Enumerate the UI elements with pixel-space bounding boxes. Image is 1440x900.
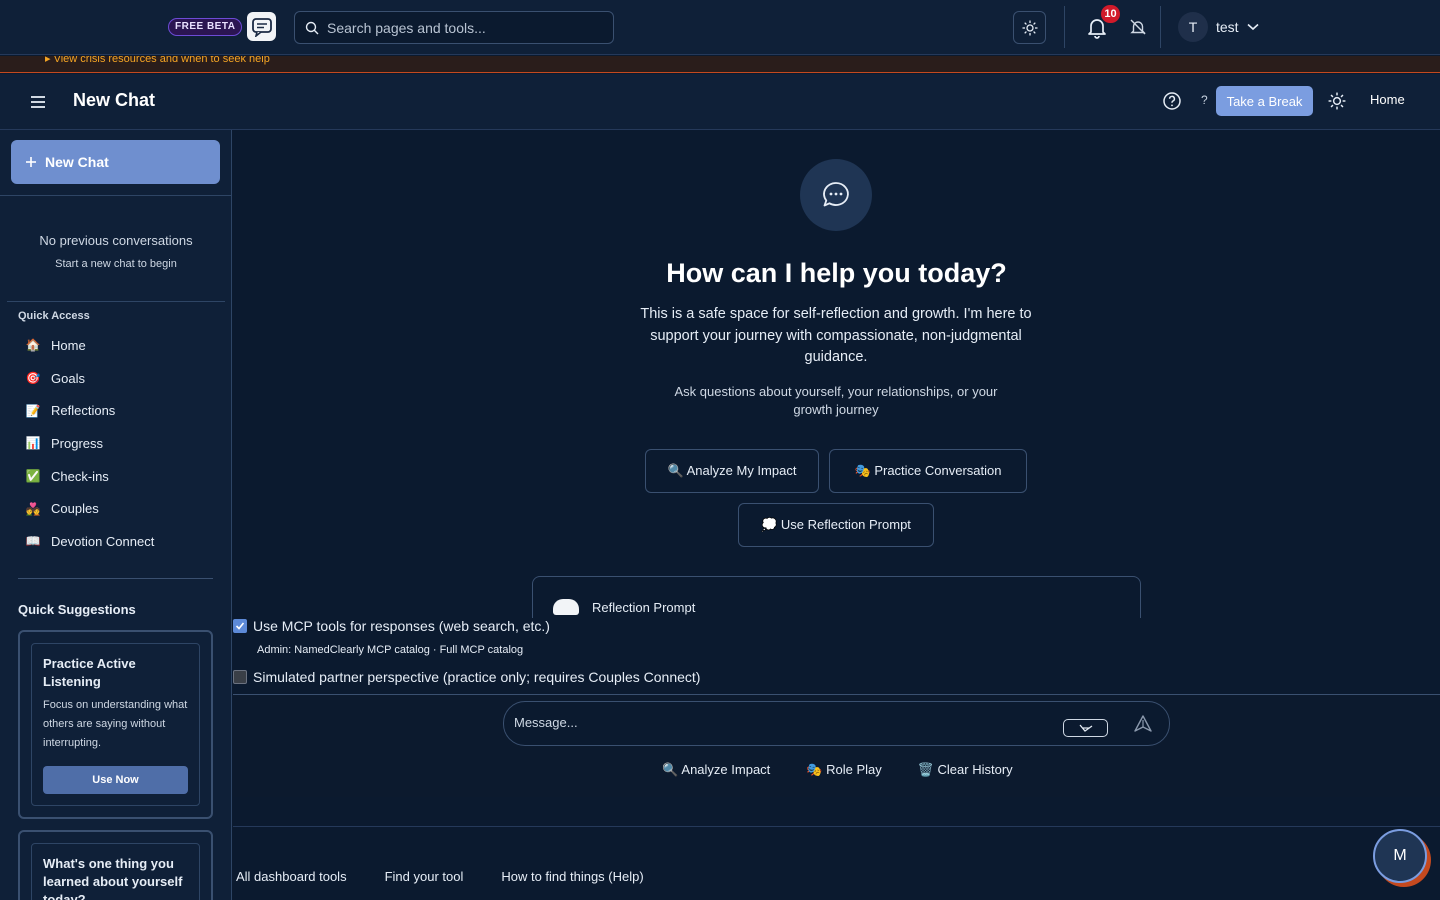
suggestion-card: What's one thing you learned about yours… — [18, 830, 213, 900]
quick-suggestions-title: Quick Suggestions — [18, 602, 136, 617]
admin-mcp-catalog-links[interactable]: Admin: NamedClearly MCP catalog · Full M… — [257, 644, 523, 656]
check-icon: ✅ — [25, 469, 41, 484]
suggestion-title: Practice Active Listening — [43, 656, 136, 689]
divider — [0, 195, 231, 196]
beta-badge: FREE BETA — [168, 18, 243, 36]
microphone-icon — [1079, 724, 1092, 732]
welcome-hint: Ask questions about yourself, your relat… — [674, 384, 998, 417]
message-input[interactable] — [514, 715, 1054, 735]
sidebar-item-devotion-connect[interactable]: 📖 Devotion Connect — [18, 525, 218, 558]
all-dashboard-tools-link[interactable]: All dashboard tools — [236, 869, 347, 884]
page-header: New Chat ? Take a Break Home — [0, 74, 1440, 130]
quick-actions: 🔍 Analyze Impact 🎭 Role Play 🗑️ Clear Hi… — [233, 762, 1440, 778]
notification-badge: 10 — [1101, 5, 1120, 23]
analyze-my-impact-button[interactable]: 🔍 Analyze My Impact — [645, 449, 819, 493]
sidebar-item-label: Goals — [51, 370, 85, 386]
take-a-break-button[interactable]: Take a Break — [1216, 86, 1313, 116]
welcome-title: How can I help you today? — [666, 258, 1007, 288]
sun-icon[interactable] — [1328, 92, 1346, 110]
menu-icon[interactable] — [28, 92, 48, 112]
assistant-fab-button[interactable]: M — [1373, 829, 1427, 883]
find-your-tool-link[interactable]: Find your tool — [385, 869, 464, 884]
chat-bubble-icon — [800, 159, 872, 231]
help-circle-icon[interactable] — [1162, 91, 1182, 111]
empty-conversations-title: No previous conversations — [39, 233, 193, 248]
sidebar-item-label: Devotion Connect — [51, 533, 155, 549]
simulated-partner-checkbox[interactable] — [233, 670, 247, 684]
sidebar-item-check-ins[interactable]: ✅ Check-ins — [18, 460, 218, 493]
divider — [7, 301, 225, 302]
bar-chart-icon: 📊 — [25, 436, 41, 451]
footer-links: All dashboard tools Find your tool How t… — [236, 869, 644, 884]
send-icon[interactable] — [1133, 714, 1153, 734]
suggestion-description: Focus on understanding what others are s… — [43, 699, 188, 749]
couple-icon: 💑 — [25, 501, 41, 516]
target-icon: 🎯 — [25, 371, 41, 386]
reflection-prompt-title: Reflection Prompt — [592, 600, 696, 615]
reflection-prompt-card[interactable]: Reflection Prompt — [532, 576, 1141, 618]
book-icon: 📖 — [25, 534, 41, 549]
analyze-impact-button[interactable]: 🔍 Analyze Impact — [662, 762, 770, 778]
sidebar-item-label: Reflections — [51, 403, 116, 419]
house-icon: 🏠 — [25, 338, 41, 353]
crisis-resources-link[interactable]: ▸ View crisis resources and when to seek… — [45, 56, 270, 65]
page-title: New Chat — [73, 90, 156, 110]
sun-icon — [1022, 20, 1037, 35]
sidebar-item-progress[interactable]: 📊 Progress — [18, 427, 218, 460]
voice-input-button[interactable] — [1063, 719, 1108, 737]
simulated-partner-label: Simulated partner perspective (practice … — [253, 669, 701, 685]
plus-icon — [26, 157, 36, 167]
sidebar-item-couples[interactable]: 💑 Couples — [18, 492, 218, 525]
avatar: T — [1178, 12, 1208, 42]
chat-logo-icon[interactable] — [247, 12, 276, 41]
composer-area: 🔍 Analyze Impact 🎭 Role Play 🗑️ Clear Hi… — [233, 694, 1440, 797]
message-composer — [503, 701, 1170, 746]
sidebar: New Chat No previous conversations Start… — [0, 130, 232, 900]
empty-conversations-subtitle: Start a new chat to begin — [55, 258, 177, 270]
divider — [18, 578, 213, 579]
help-shortcut[interactable]: ? — [1201, 93, 1208, 107]
suggestion-card: Practice Active Listening Focus on under… — [18, 630, 213, 819]
sidebar-item-label: Progress — [51, 435, 104, 451]
mcp-tools-option[interactable]: Use MCP tools for responses (web search,… — [233, 618, 550, 634]
help-link[interactable]: How to find things (Help) — [501, 869, 643, 884]
thought-bubble-icon — [553, 599, 579, 615]
use-reflection-prompt-button[interactable]: 💭 Use Reflection Prompt — [738, 503, 934, 547]
search-input[interactable] — [327, 19, 597, 36]
crisis-banner: ▸ View crisis resources and when to seek… — [0, 56, 1440, 73]
bell-off-icon[interactable] — [1129, 18, 1147, 36]
sidebar-item-reflections[interactable]: 📝 Reflections — [18, 394, 218, 427]
divider — [233, 826, 1440, 827]
divider — [1160, 6, 1161, 48]
sidebar-item-label: Check-ins — [51, 468, 109, 484]
welcome-description: This is a safe space for self-reflection… — [640, 306, 1032, 365]
sidebar-item-home[interactable]: 🏠 Home — [18, 329, 218, 362]
suggestion-title: What's one thing you learned about yours… — [43, 856, 183, 900]
top-bar: FREE BETA 10 T test — [0, 0, 1440, 55]
sidebar-item-label: Couples — [51, 501, 99, 517]
user-name: test — [1216, 19, 1239, 35]
chat-main: How can I help you today? This is a safe… — [233, 130, 1440, 900]
mcp-tools-checkbox[interactable] — [233, 619, 247, 633]
user-menu[interactable]: T test — [1178, 12, 1259, 42]
sidebar-item-label: Home — [51, 337, 86, 353]
quick-access-title: Quick Access — [18, 310, 90, 322]
practice-conversation-button[interactable]: 🎭 Practice Conversation — [829, 449, 1027, 493]
search-box[interactable] — [294, 11, 614, 44]
use-now-button[interactable]: Use Now — [43, 766, 188, 794]
divider — [1064, 6, 1065, 48]
memo-icon: 📝 — [25, 403, 41, 418]
home-link[interactable]: Home — [1370, 92, 1405, 107]
sidebar-item-goals[interactable]: 🎯 Goals — [18, 362, 218, 395]
chevron-down-icon — [1247, 23, 1259, 31]
new-chat-button[interactable]: New Chat — [11, 140, 220, 184]
simulated-partner-option[interactable]: Simulated partner perspective (practice … — [233, 669, 700, 685]
quick-access-list: 🏠 Home 🎯 Goals 📝 Reflections 📊 Progress ✅ Che… — [18, 329, 218, 558]
search-icon — [305, 21, 319, 34]
clear-history-button[interactable]: 🗑️ Clear History — [918, 762, 1013, 778]
theme-toggle-button[interactable] — [1013, 11, 1046, 44]
role-play-button[interactable]: 🎭 Role Play — [806, 762, 881, 778]
mcp-tools-label: Use MCP tools for responses (web search,… — [253, 618, 550, 634]
new-chat-label: New Chat — [45, 154, 109, 170]
